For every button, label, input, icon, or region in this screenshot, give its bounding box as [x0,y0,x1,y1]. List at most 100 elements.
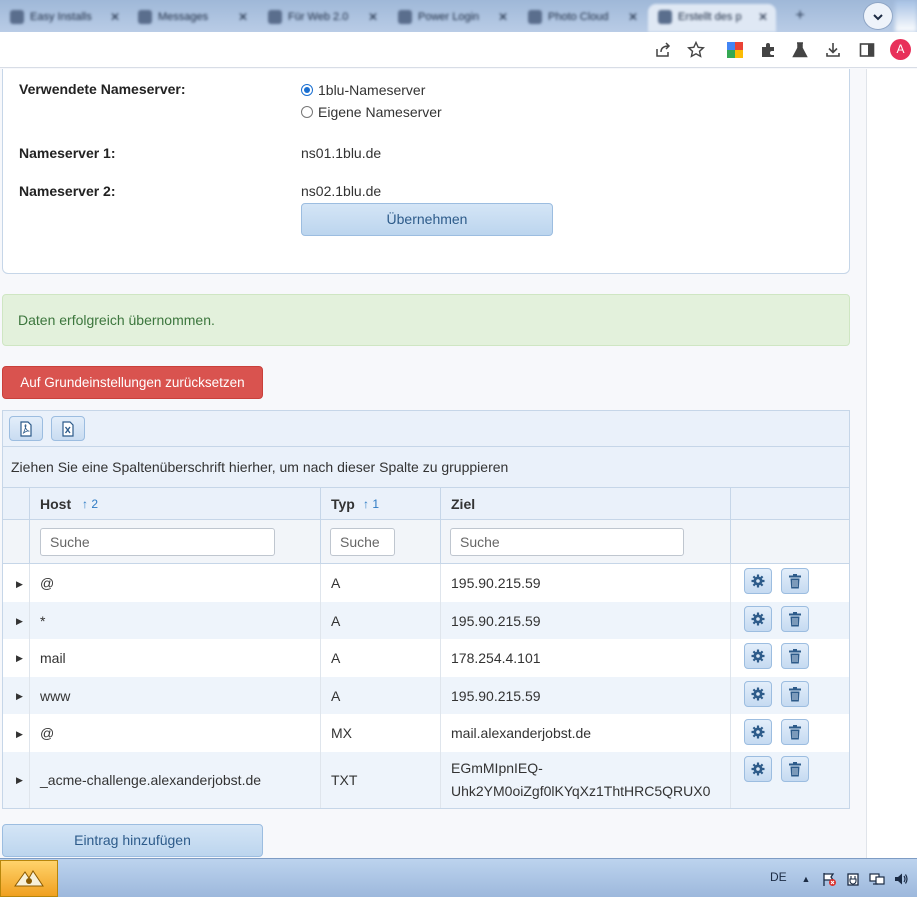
radio-own-nameserver[interactable]: Eigene Nameserver [301,104,442,120]
language-indicator[interactable]: DE [770,870,787,884]
tab-favicon-icon [268,10,282,24]
delete-record-button[interactable] [781,719,809,745]
trash-icon [789,761,801,776]
tab-close-icon[interactable]: ✕ [498,10,508,24]
reset-defaults-button[interactable]: Auf Grundeinstellungen zurücksetzen [2,366,263,399]
export-pdf-button[interactable] [9,416,43,441]
browser-tab[interactable]: Für Web 2.0 ✕ [258,4,386,32]
tab-close-icon[interactable]: ✕ [628,10,638,24]
type-cell: A [320,639,440,677]
table-row: ▶ www A 195.90.215.59 [3,677,849,714]
actions-cell [730,714,849,752]
tab-close-icon[interactable]: ✕ [758,10,768,24]
browser-tab[interactable]: Power Login ✕ [388,4,516,32]
group-drop-area[interactable]: Ziehen Sie eine Spaltenüberschrift hierh… [3,447,849,488]
delete-record-button[interactable] [781,756,809,782]
actions-cell [730,752,849,808]
radio-checked-icon[interactable] [301,84,313,96]
share-icon[interactable] [652,40,674,60]
type-cell: MX [320,714,440,752]
edit-record-button[interactable] [744,643,772,669]
browser-tab-active[interactable]: Erstellt des p ✕ [648,4,776,32]
edit-record-button[interactable] [744,681,772,707]
target-filter-input[interactable] [450,528,684,556]
radio-unchecked-icon[interactable] [301,106,313,118]
actions-cell [730,602,849,639]
gear-icon [751,612,765,626]
browser-tab[interactable]: Easy Installs ✕ [0,4,128,32]
expand-row-icon[interactable]: ▶ [16,775,23,786]
gear-icon [751,574,765,588]
gear-icon [751,762,765,776]
new-tab-button[interactable]: + [788,6,812,26]
success-alert: Daten erfolgreich übernommen. [2,294,850,346]
profile-avatar[interactable]: A [890,39,911,60]
host-cell: @ [29,714,320,752]
nameserver-panel: Verwendete Nameserver: 1blu-Nameserver E… [2,69,850,274]
table-row: ▶ _acme-challenge.alexanderjobst.de TXT … [3,752,849,808]
expand-row-icon[interactable]: ▶ [16,691,23,702]
expand-row-icon[interactable]: ▶ [16,579,23,590]
expand-row-icon[interactable]: ▶ [16,729,23,740]
table-row: ▶ * A 195.90.215.59 [3,602,849,639]
delete-record-button[interactable] [781,568,809,594]
expand-row-icon[interactable]: ▶ [16,616,23,627]
type-filter-input[interactable] [330,528,395,556]
delete-record-button[interactable] [781,606,809,632]
trash-icon [789,724,801,739]
target-cell: 195.90.215.59 [440,602,730,639]
column-header-type[interactable]: Typ ↑ 1 [320,488,440,519]
edit-record-button[interactable] [744,568,772,594]
tab-close-icon[interactable]: ✕ [110,10,120,24]
download-icon[interactable] [822,40,844,60]
network-icon[interactable] [869,871,885,887]
gear-icon [751,687,765,701]
edit-record-button[interactable] [744,756,772,782]
tab-favicon-icon [528,10,542,24]
tab-favicon-icon [398,10,412,24]
add-record-button[interactable]: Eintrag hinzufügen [2,824,263,857]
host-cell: _acme-challenge.alexanderjobst.de [29,752,320,808]
type-cell: TXT [320,752,440,808]
host-cell: mail [29,639,320,677]
gear-icon [751,725,765,739]
tab-close-icon[interactable]: ✕ [368,10,378,24]
radio-1blu-nameserver[interactable]: 1blu-Nameserver [301,82,425,98]
start-button[interactable] [0,860,58,897]
bookmark-star-icon[interactable] [685,40,707,60]
trash-icon [789,573,801,588]
tab-favicon-icon [658,10,672,24]
trash-icon [789,686,801,701]
nameserver-1-label: Nameserver 1: [19,145,116,161]
power-plug-icon[interactable] [845,871,861,887]
filter-cell [730,520,849,563]
host-filter-input[interactable] [40,528,275,556]
browser-tab[interactable]: Messages ✕ [128,4,256,32]
tab-search-button[interactable] [864,3,892,29]
delete-record-button[interactable] [781,681,809,707]
sort-ascending-icon: ↑ 2 [82,497,99,511]
browser-tab[interactable]: Photo Cloud ✕ [518,4,646,32]
extensions-puzzle-icon[interactable] [757,40,779,60]
tab-favicon-icon [138,10,152,24]
column-header-target[interactable]: Ziel [440,488,730,519]
tab-close-icon[interactable]: ✕ [238,10,248,24]
google-translate-icon[interactable] [724,40,746,60]
grid-filter-row [3,520,849,564]
export-excel-button[interactable] [51,416,85,441]
delete-record-button[interactable] [781,643,809,669]
side-panel-icon[interactable] [856,40,878,60]
action-center-flag-icon[interactable] [821,871,837,887]
labs-flask-icon[interactable] [789,40,811,60]
grid-header-row: Host ↑ 2 Typ ↑ 1 Ziel [3,488,849,520]
expand-row-icon[interactable]: ▶ [16,653,23,664]
apply-button[interactable]: Übernehmen [301,203,553,236]
edit-record-button[interactable] [744,606,772,632]
edit-record-button[interactable] [744,719,772,745]
target-cell: EGmMIpnIEQ- Uhk2YM0oiZgf0lKYqXz1ThtHRC5Q… [440,752,730,808]
column-header-host[interactable]: Host ↑ 2 [29,488,320,519]
type-cell: A [320,564,440,602]
volume-speaker-icon[interactable] [893,871,909,887]
side-panel [866,69,917,858]
tray-expand-arrow-icon[interactable]: ▲ [798,871,814,887]
